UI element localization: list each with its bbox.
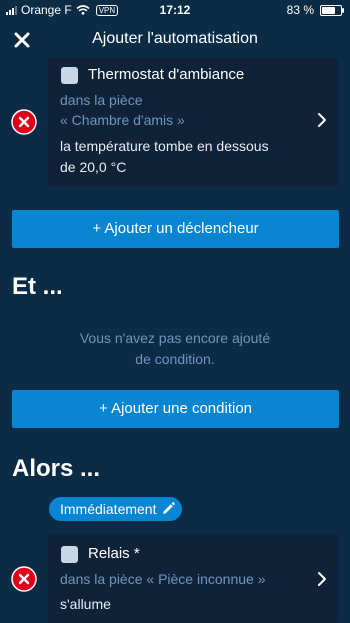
trigger-card[interactable]: Thermostat d'ambiance dans la pièce « Ch… (48, 58, 338, 186)
device-icon (61, 67, 78, 84)
chevron-right-icon (318, 113, 326, 127)
page-title: Ajouter l'automatisation (92, 30, 258, 47)
remove-action-button[interactable] (11, 566, 37, 592)
timing-label: Immédiatement (60, 501, 157, 517)
remove-trigger-button[interactable] (11, 109, 37, 135)
add-condition-button[interactable]: + Ajouter une condition (12, 390, 339, 428)
action-description: s'allume (60, 596, 111, 612)
chevron-right-icon (318, 572, 326, 586)
trigger-condition-line1: la température tombe en dessous (60, 138, 269, 154)
action-device-title: Relais * (88, 545, 140, 562)
remove-icon (11, 109, 37, 135)
no-condition-line2: de condition. (135, 351, 215, 367)
status-right: 83 % (286, 3, 344, 17)
remove-icon (11, 566, 37, 592)
trigger-room-label: dans la pièce (60, 92, 143, 108)
and-section-heading: Et ... (12, 273, 63, 300)
no-condition-message: Vous n'avez pas encore ajouté de conditi… (0, 328, 350, 370)
no-condition-line1: Vous n'avez pas encore ajouté (79, 330, 271, 346)
battery-percent: 83 % (286, 3, 314, 17)
then-section-heading: Alors ... (12, 455, 101, 482)
trigger-device-title: Thermostat d'ambiance (88, 66, 245, 83)
status-bar: Orange F VPN 17:12 83 % (0, 0, 350, 20)
trigger-condition-line2: de 20,0 °C (60, 159, 127, 175)
pencil-icon (163, 502, 176, 514)
battery-icon (320, 4, 344, 16)
device-icon (61, 546, 78, 563)
nav-bar: Ajouter l'automatisation (0, 20, 350, 60)
action-room: dans la pièce « Pièce inconnue » (60, 571, 266, 587)
trigger-room-name: « Chambre d'amis » (60, 112, 185, 128)
battery-fill (322, 6, 336, 14)
timing-pill[interactable]: Immédiatement (49, 497, 183, 521)
action-card[interactable]: Relais * dans la pièce « Pièce inconnue … (48, 534, 338, 623)
add-trigger-button[interactable]: + Ajouter un déclencheur (12, 210, 339, 248)
